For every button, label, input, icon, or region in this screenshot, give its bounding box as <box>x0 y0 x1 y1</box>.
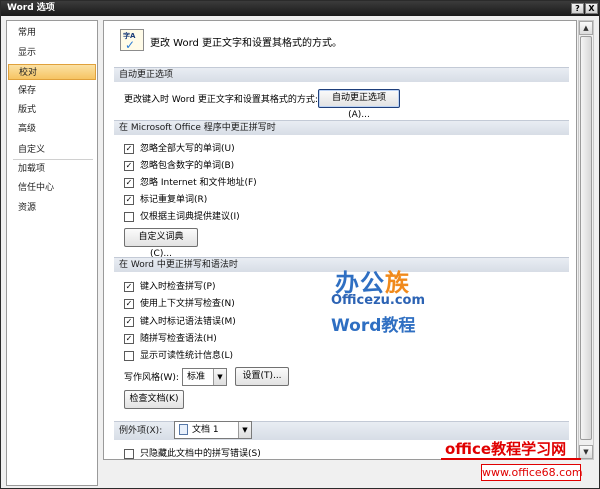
scroll-down-icon[interactable]: ▼ <box>579 445 593 459</box>
document-icon <box>179 424 188 435</box>
exceptions-label: 例外项(X): <box>119 426 163 436</box>
scroll-thumb[interactable] <box>580 36 592 440</box>
option-label: 标记重复单词(R) <box>140 195 208 205</box>
writing-style-label: 写作风格(W): <box>124 373 179 383</box>
window-title: Word 选项 <box>7 3 55 13</box>
checkbox-main-dictionary-only[interactable] <box>124 212 134 222</box>
recheck-document-button[interactable]: 检查文档(K) <box>124 390 184 409</box>
autocorrect-label: 更改键入时 Word 更正文字和设置其格式的方式: <box>124 95 318 105</box>
sidebar-item-resources[interactable]: 资源 <box>8 200 96 216</box>
sidebar: 常用 显示 校对 保存 版式 高级 自定义 加载项 信任中心 资源 <box>6 20 98 486</box>
option-label: 随拼写检查语法(H) <box>140 334 217 344</box>
scroll-up-icon[interactable]: ▲ <box>579 21 593 35</box>
checkbox-flag-repeated[interactable]: ✓ <box>124 195 134 205</box>
exceptions-document-select[interactable]: 文档 1 ▼ <box>174 421 252 439</box>
custom-dictionaries-button[interactable]: 自定义词典(C)... <box>124 228 198 259</box>
option-label: 忽略 Internet 和文件地址(F) <box>140 178 257 188</box>
section-office-spelling: 在 Microsoft Office 程序中更正拼写时 <box>114 120 569 135</box>
sidebar-item-layout[interactable]: 版式 <box>8 102 96 118</box>
option-label: 键入时标记语法错误(M) <box>140 317 236 327</box>
grammar-settings-button[interactable]: 设置(T)... <box>235 367 289 386</box>
checkbox-mark-grammar[interactable]: ✓ <box>124 317 134 327</box>
checkbox-grammar-with-spelling[interactable]: ✓ <box>124 334 134 344</box>
writing-style-value: 标准 <box>187 372 206 382</box>
section-autocorrect: 自动更正选项 <box>114 67 569 82</box>
option-label: 键入时检查拼写(P) <box>140 282 216 292</box>
watermark-site: Officezu.com <box>331 293 426 308</box>
option-label: 显示可读性统计信息(L) <box>140 351 234 361</box>
sidebar-item-save[interactable]: 保存 <box>8 83 96 99</box>
checkbox-check-spelling[interactable]: ✓ <box>124 282 134 292</box>
sidebar-item-proofing[interactable]: 校对 <box>8 64 96 80</box>
autocorrect-options-button[interactable]: 自动更正选项(A)... <box>318 89 400 120</box>
help-button[interactable]: ? <box>571 3 584 14</box>
sidebar-item-addins[interactable]: 加载项 <box>8 161 96 177</box>
sidebar-divider <box>13 159 93 160</box>
chevron-down-icon[interactable]: ▼ <box>213 369 226 385</box>
checkbox-ignore-internet[interactable]: ✓ <box>124 178 134 188</box>
watermark-product: Word教程 <box>331 316 416 336</box>
option-label: 只隐藏此文档中的拼写错误(S) <box>140 449 261 459</box>
checkbox-readability-stats[interactable] <box>124 351 134 361</box>
sidebar-item-display[interactable]: 显示 <box>8 45 96 61</box>
sidebar-item-trust-center[interactable]: 信任中心 <box>8 180 96 196</box>
word-options-dialog: Word 选项 ? X 常用 显示 校对 保存 版式 高级 自定义 加载项 信任… <box>0 0 600 489</box>
chevron-down-icon[interactable]: ▼ <box>238 422 251 438</box>
spellcheck-icon: 字A ✓ <box>120 29 144 52</box>
title-bar: Word 选项 ? X <box>1 1 599 16</box>
checkbox-contextual-spelling[interactable]: ✓ <box>124 299 134 309</box>
watermark-url: www.office68.com <box>481 464 583 481</box>
proofing-panel: 字A ✓ 更改 Word 更正文字和设置其格式的方式。 自动更正选项 更改键入时… <box>103 20 577 460</box>
option-label: 忽略全部大写的单词(U) <box>140 144 235 154</box>
close-button[interactable]: X <box>585 3 598 14</box>
spellcheck-icon-check: ✓ <box>125 38 136 52</box>
option-label: 使用上下文拼写检查(N) <box>140 299 235 309</box>
sidebar-item-advanced[interactable]: 高级 <box>8 121 96 137</box>
page-title: 更改 Word 更正文字和设置其格式的方式。 <box>150 38 343 49</box>
option-label: 仅根据主词典提供建议(I) <box>140 212 240 222</box>
sidebar-item-popular[interactable]: 常用 <box>8 25 96 41</box>
sidebar-item-customize[interactable]: 自定义 <box>8 142 96 158</box>
writing-style-select[interactable]: 标准 ▼ <box>182 368 227 386</box>
checkbox-ignore-uppercase[interactable]: ✓ <box>124 144 134 154</box>
exceptions-document-value: 文档 1 <box>192 425 219 435</box>
option-label: 忽略包含数字的单词(B) <box>140 161 235 171</box>
checkbox-hide-spelling-errors[interactable] <box>124 449 134 459</box>
vertical-scrollbar[interactable]: ▲ ▼ <box>578 20 594 460</box>
watermark-site-cn: office教程学习网 <box>445 440 567 458</box>
checkbox-ignore-numbers[interactable]: ✓ <box>124 161 134 171</box>
